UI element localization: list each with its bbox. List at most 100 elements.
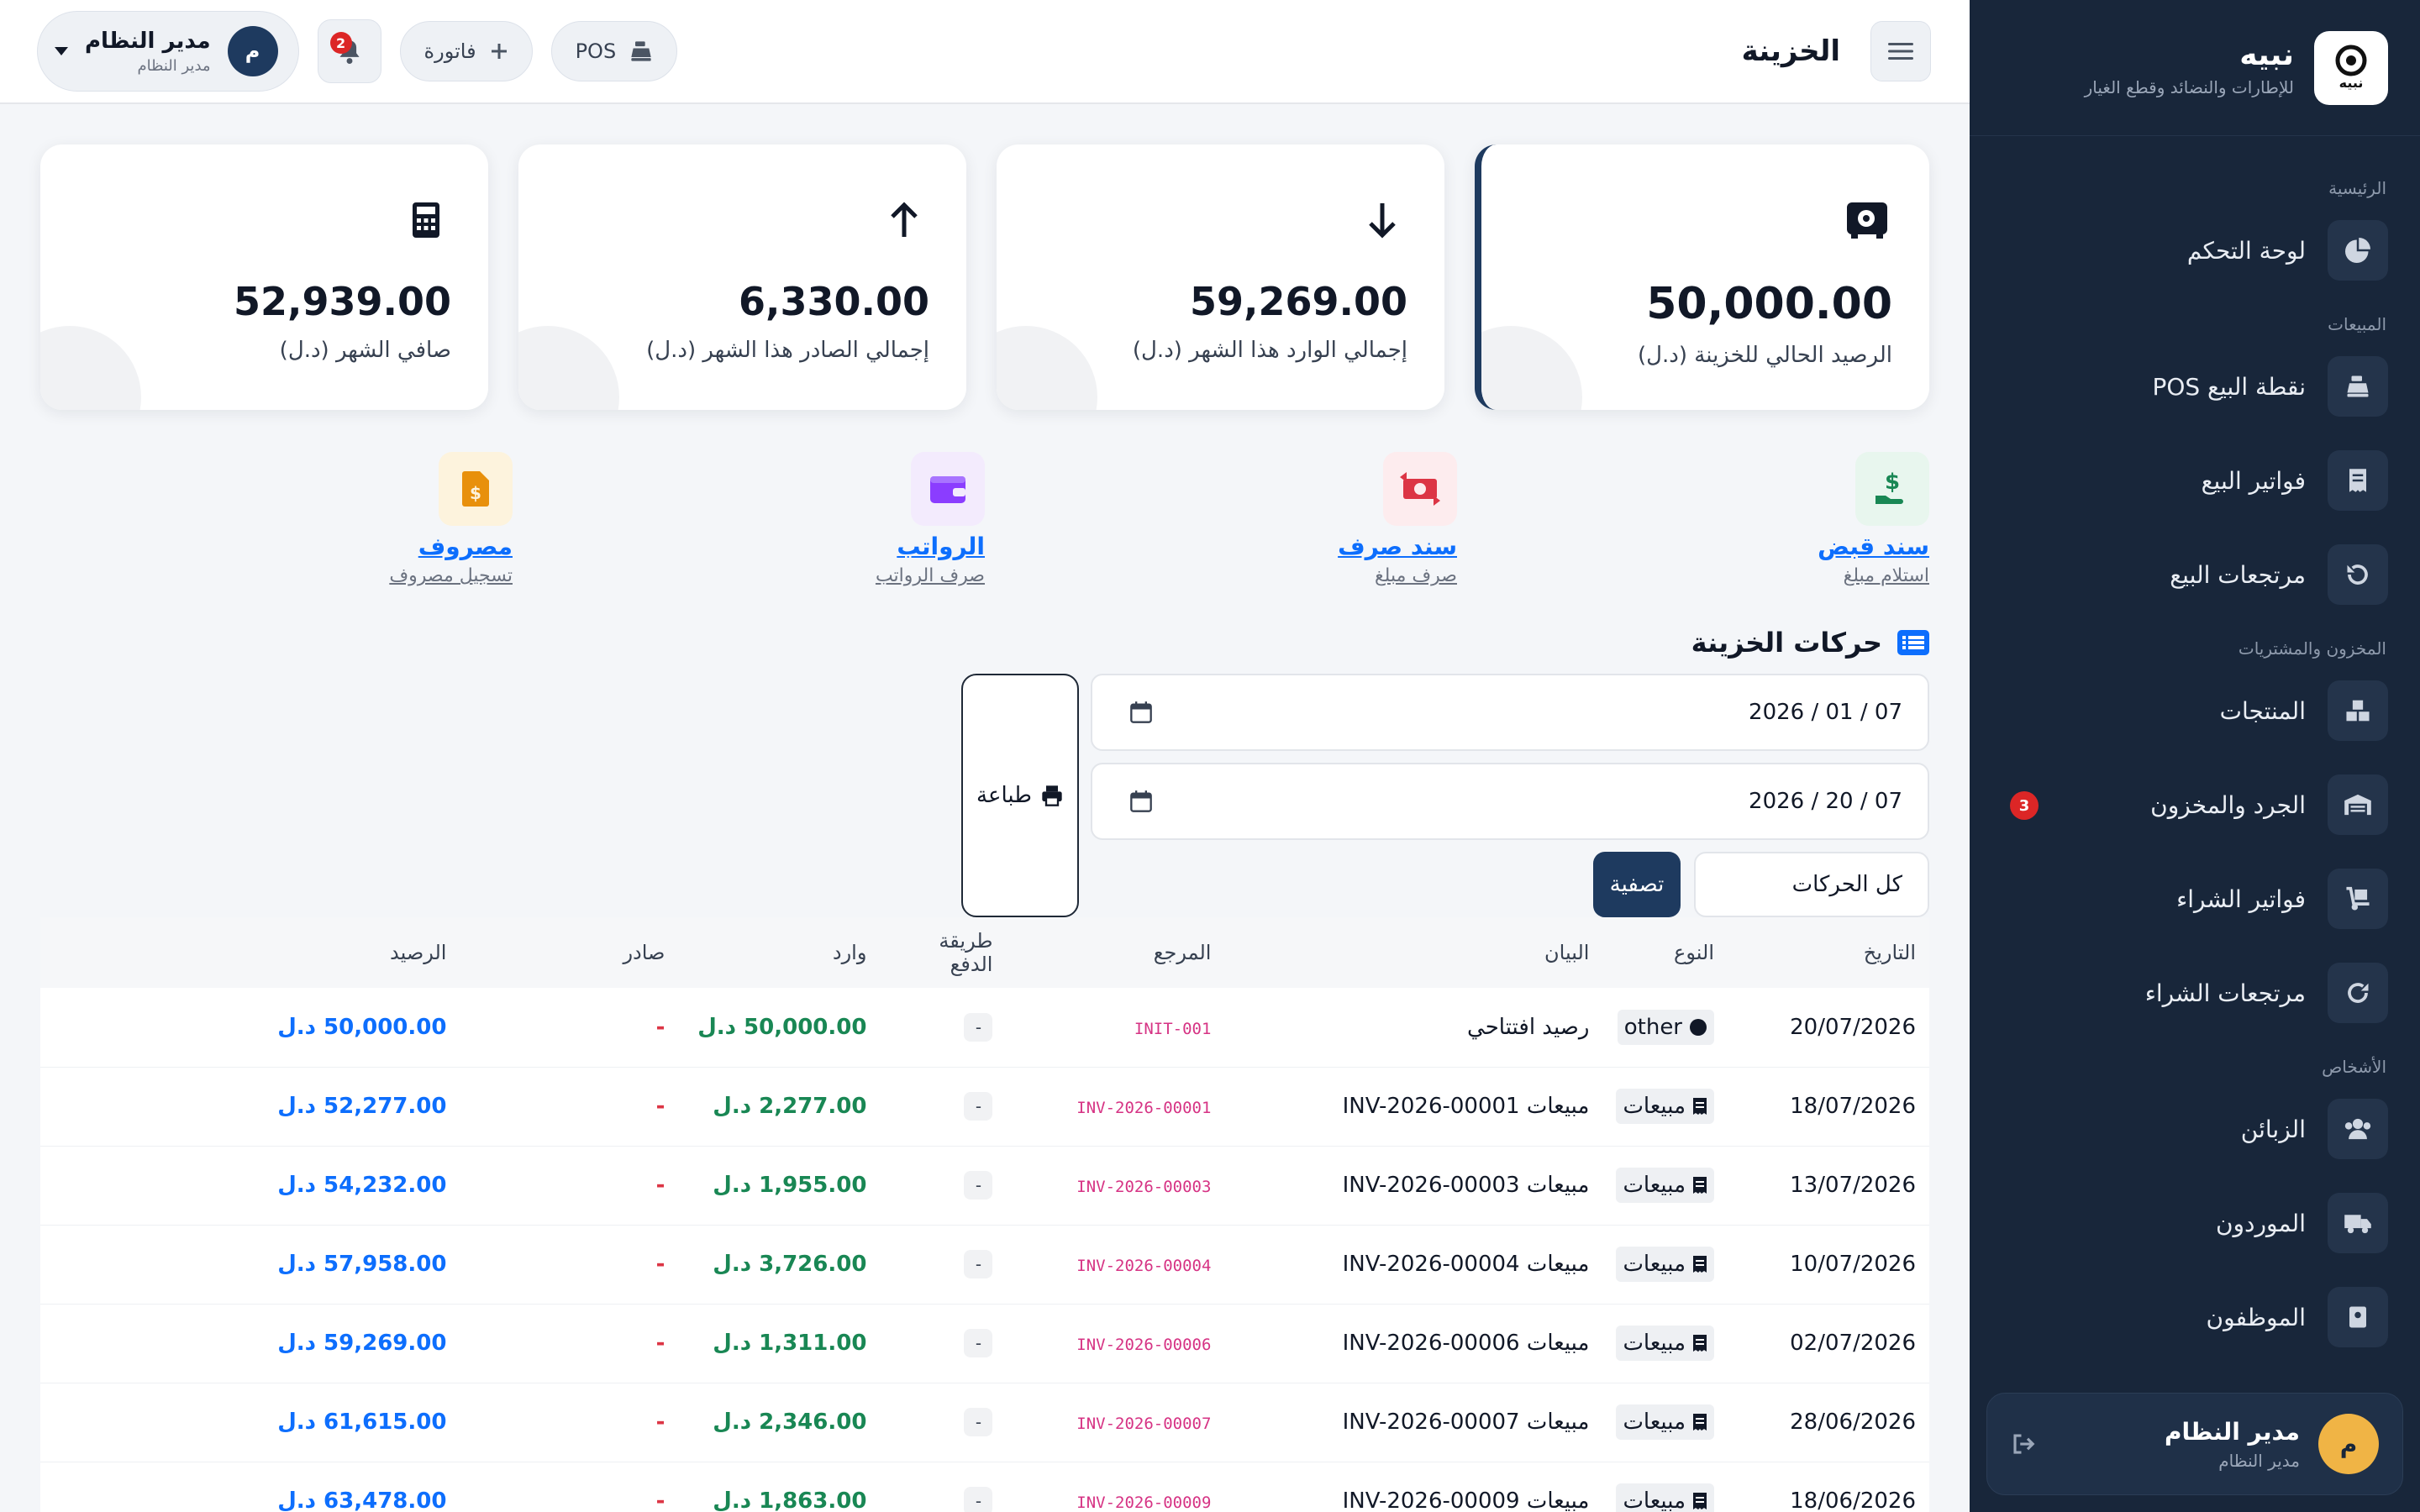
movements-filters: 07 / 01 / 2026 07 / 20 / 2026 طباعة كل ا…	[40, 674, 1929, 917]
type-badge: other	[1617, 1009, 1714, 1045]
sidebar-item-employees[interactable]: الموظفون	[2002, 1287, 2388, 1347]
stat-value: 50,000.00	[1646, 279, 1892, 329]
calendar-icon[interactable]	[1129, 790, 1153, 813]
sidebar-user-card[interactable]: م مدير النظام مدير النظام	[1986, 1393, 2403, 1495]
tire-logo-icon[interactable]: نبيه	[2314, 30, 2388, 105]
nav-section-title: الأشخاص	[2322, 1057, 2386, 1077]
sidebar-item-sales-invoices[interactable]: فواتير البيع	[2002, 450, 2388, 511]
sidebar-item-sales-returns[interactable]: مرتجعات البيع	[2002, 544, 2388, 605]
col-date[interactable]: التاريخ	[1728, 917, 1929, 988]
stat-value: 52,939.00	[234, 279, 451, 324]
redo-icon	[2328, 963, 2388, 1023]
table-row[interactable]: 20/07/2026 other رصيد افتتاحي INIT-001 - 50,0…	[40, 988, 1929, 1067]
cell-balance: 54,232.00 د.ل	[277, 1173, 447, 1198]
cell-out: -	[655, 1410, 666, 1435]
filter-button[interactable]: تصفية	[1593, 852, 1681, 917]
cell-payment-method: -	[964, 1012, 993, 1042]
table-row[interactable]: 13/07/2026 مبيعات مبيعات INV-2026-00003 INV…	[40, 1146, 1929, 1225]
user-menu[interactable]: م مدير النظام مدير النظام	[37, 11, 299, 92]
users-icon	[2328, 1099, 2388, 1159]
arrow-down-icon	[1357, 195, 1407, 245]
cell-reference[interactable]: INV-2026-00003	[1076, 1178, 1211, 1196]
cell-reference[interactable]: INV-2026-00006	[1076, 1336, 1211, 1354]
stat-label: الرصيد الحالي للخزينة (د.ل)	[1638, 343, 1892, 368]
type-badge: مبيعات	[1616, 1404, 1714, 1440]
action-subtitle[interactable]: صرف الرواتب	[876, 565, 985, 586]
cell-out: -	[655, 1094, 666, 1119]
action-payment-voucher[interactable]: سند صرف صرف مبلغ	[985, 452, 1457, 586]
sidebar-item-inventory[interactable]: الجرد والمخزون 3	[2002, 774, 2388, 835]
cash-register-icon	[631, 41, 651, 61]
pos-button[interactable]: POS	[550, 21, 678, 81]
cell-reference[interactable]: INV-2026-00001	[1076, 1099, 1211, 1117]
notifications-button[interactable]: 2	[317, 19, 381, 83]
movements-table: التاريخ النوع البيان المرجع طريقة الدفع …	[40, 917, 1929, 1512]
col-in[interactable]: وارد	[678, 917, 880, 988]
date-from-field[interactable]: 07 / 01 / 2026	[1091, 674, 1929, 751]
wallet-icon	[911, 452, 985, 526]
sidebar-item-products[interactable]: المنتجات	[2002, 680, 2388, 741]
id-badge-icon	[2328, 1287, 2388, 1347]
sidebar-item-label: الموردون	[2215, 1209, 2306, 1237]
action-subtitle[interactable]: صرف مبلغ	[1375, 565, 1457, 586]
action-title[interactable]: الرواتب	[897, 533, 985, 560]
calendar-icon[interactable]	[1129, 701, 1153, 724]
print-button[interactable]: طباعة	[961, 674, 1079, 917]
action-title[interactable]: مصروف	[418, 533, 513, 560]
cell-reference[interactable]: INV-2026-00004	[1076, 1257, 1211, 1275]
action-receipt-voucher[interactable]: $ سند قبض استلام مبلغ	[1457, 452, 1929, 586]
sidebar-item-suppliers[interactable]: الموردون	[2002, 1193, 2388, 1253]
cell-out: -	[655, 1173, 666, 1198]
sidebar-item-customers[interactable]: الزبائن	[2002, 1099, 2388, 1159]
table-row[interactable]: 28/06/2026 مبيعات مبيعات INV-2026-00007 INV…	[40, 1383, 1929, 1462]
cell-reference[interactable]: INIT-001	[1134, 1020, 1212, 1038]
type-badge: مبيعات	[1616, 1168, 1714, 1203]
movement-type-select[interactable]: كل الحركات	[1694, 852, 1929, 917]
print-icon	[1042, 785, 1062, 806]
cell-payment-method: -	[964, 1171, 993, 1200]
col-reference[interactable]: المرجع	[1006, 917, 1224, 988]
topbar: الخزينة POS فاتورة 2 م مدير النظام مدير …	[0, 0, 1970, 104]
date-from-value: 07 / 01 / 2026	[1749, 700, 1902, 725]
col-balance[interactable]: الرصيد	[40, 917, 460, 988]
quick-actions: $ سند قبض استلام مبلغ سند صرف صرف مبلغ ا…	[40, 452, 1929, 586]
money-exchange-icon	[1383, 452, 1457, 526]
cell-reference[interactable]: INV-2026-00009	[1076, 1494, 1211, 1512]
sidebar-item-pos[interactable]: نقطة البيع POS	[2002, 356, 2388, 417]
cell-description: مبيعات INV-2026-00001	[1342, 1094, 1590, 1119]
table-row[interactable]: 10/07/2026 مبيعات مبيعات INV-2026-00004 INV…	[40, 1225, 1929, 1304]
sidebar-item-purchase-returns[interactable]: مرتجعات الشراء	[2002, 963, 2388, 1023]
list-icon	[1897, 630, 1929, 655]
cell-balance: 52,277.00 د.ل	[277, 1094, 447, 1119]
table-row[interactable]: 18/07/2026 مبيعات مبيعات INV-2026-00001 INV…	[40, 1067, 1929, 1146]
cell-reference[interactable]: INV-2026-00007	[1076, 1415, 1211, 1433]
stat-card-net: 52,939.00 صافي الشهر (د.ل)	[40, 144, 488, 410]
col-type[interactable]: النوع	[1602, 917, 1728, 988]
col-description[interactable]: البيان	[1224, 917, 1602, 988]
type-label: مبيعات	[1623, 1488, 1686, 1512]
table-row[interactable]: 02/07/2026 مبيعات مبيعات INV-2026-00006 INV…	[40, 1304, 1929, 1383]
col-out[interactable]: صادر	[460, 917, 678, 988]
action-salaries[interactable]: الرواتب صرف الرواتب	[513, 452, 985, 586]
print-label: طباعة	[976, 783, 1032, 808]
table-row[interactable]: 18/06/2026 مبيعات مبيعات INV-2026-00009 INV…	[40, 1462, 1929, 1512]
action-title[interactable]: سند قبض	[1818, 533, 1929, 560]
action-subtitle[interactable]: استلام مبلغ	[1844, 565, 1929, 586]
menu-toggle-button[interactable]	[1870, 21, 1931, 81]
user-name: مدير النظام	[2164, 1417, 2300, 1446]
sidebar-item-dashboard[interactable]: لوحة التحكم	[2002, 220, 2388, 281]
sidebar-item-label: فواتير البيع	[2201, 466, 2306, 495]
new-invoice-button[interactable]: فاتورة	[399, 21, 533, 81]
brand-name: نبيه	[2239, 38, 2294, 72]
logout-icon[interactable]	[2011, 1431, 2036, 1457]
date-to-field[interactable]: 07 / 20 / 2026	[1091, 763, 1929, 840]
sidebar-item-label: مرتجعات الشراء	[2144, 979, 2306, 1007]
col-payment-method[interactable]: طريقة الدفع	[880, 917, 1006, 988]
safe-icon	[1842, 195, 1892, 245]
stat-card-income: 59,269.00 إجمالي الوارد هذا الشهر (د.ل)	[997, 144, 1444, 410]
action-expense[interactable]: $ مصروف تسجيل مصروف	[40, 452, 513, 586]
sidebar-item-purchase-invoices[interactable]: فواتير الشراء	[2002, 869, 2388, 929]
action-title[interactable]: سند صرف	[1338, 533, 1457, 560]
action-subtitle[interactable]: تسجيل مصروف	[389, 565, 513, 586]
movements-header: حركات الخزينة	[40, 627, 1929, 659]
